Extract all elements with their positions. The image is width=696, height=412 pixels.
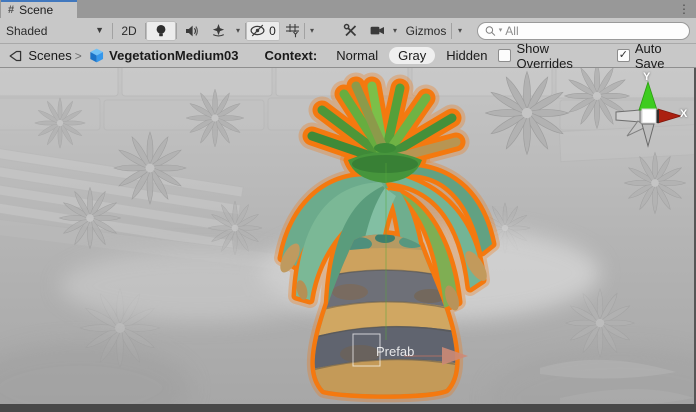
- grid-visibility-button[interactable]: [280, 21, 304, 41]
- context-option-normal[interactable]: Normal: [327, 47, 387, 64]
- toggle-2d-label: 2D: [121, 24, 136, 38]
- hidden-objects-button[interactable]: 0: [246, 21, 280, 41]
- camera-icon: [370, 24, 385, 37]
- scene-audio-button[interactable]: [177, 21, 205, 41]
- toggle-2d-button[interactable]: 2D: [113, 21, 145, 41]
- scene-effects-dropdown[interactable]: ▾: [231, 21, 245, 41]
- breadcrumb-separator: >: [75, 49, 82, 63]
- scene-lighting-button[interactable]: [146, 21, 176, 41]
- tools-icon: [343, 23, 358, 38]
- scene-search-field[interactable]: ▾: [477, 22, 690, 40]
- axis-neg-x-cone[interactable]: [616, 110, 640, 122]
- lightbulb-icon: [154, 24, 168, 38]
- effects-star-icon: [211, 23, 226, 38]
- back-arrow-icon[interactable]: [7, 48, 22, 64]
- gizmos-dropdown[interactable]: ▾: [452, 21, 468, 41]
- context-option-gray[interactable]: Gray: [389, 47, 435, 64]
- draw-mode-label: Shaded: [6, 24, 47, 38]
- breadcrumb-current[interactable]: VegetationMedium03: [109, 48, 238, 63]
- gizmos-button[interactable]: Gizmos: [401, 21, 451, 41]
- chevron-down-icon: ▾: [458, 27, 462, 35]
- component-tools-button[interactable]: [335, 21, 365, 41]
- auto-save-label: Auto Save: [635, 41, 687, 71]
- unity-scene-panel: # Scene ⋮ Shaded ▼ 2D: [0, 0, 696, 412]
- show-overrides-checkbox[interactable]: [498, 49, 511, 62]
- context-option-hidden[interactable]: Hidden: [437, 47, 496, 64]
- scene-effects-button[interactable]: [205, 21, 231, 41]
- axis-y-label: Y: [643, 71, 650, 83]
- context-label: Context:: [264, 48, 317, 63]
- tab-scene-label: Scene: [19, 3, 53, 17]
- scene-camera-dropdown[interactable]: ▾: [389, 21, 401, 41]
- eye-slash-icon: [250, 24, 267, 37]
- context-toggles: Show Overrides ✓ Auto Save: [498, 41, 689, 71]
- auto-save-checkbox[interactable]: ✓: [617, 49, 630, 62]
- scene-grid-icon: #: [8, 5, 14, 16]
- gizmo-center-cube[interactable]: [642, 109, 656, 123]
- tab-bar: # Scene ⋮: [0, 0, 696, 18]
- draw-mode-dropdown[interactable]: Shaded ▼: [0, 21, 112, 41]
- axis-x-label: X: [680, 108, 687, 120]
- window-edge: [0, 404, 696, 412]
- gizmos-label: Gizmos: [406, 24, 447, 38]
- scene-camera-button[interactable]: [365, 21, 389, 41]
- prefab-cube-icon: [89, 47, 104, 64]
- search-input[interactable]: [505, 24, 682, 38]
- search-icon: [485, 25, 496, 37]
- tab-scene[interactable]: # Scene: [1, 0, 77, 18]
- breadcrumb-root[interactable]: Scenes: [28, 48, 71, 63]
- grid-icon: [285, 23, 300, 38]
- chevron-down-icon: ▾: [236, 27, 240, 35]
- check-icon: ✓: [619, 50, 628, 61]
- chevron-down-icon: ▾: [393, 27, 397, 35]
- show-overrides-label: Show Overrides: [516, 41, 596, 71]
- scene-viewport[interactable]: Prefab Y X: [0, 68, 696, 404]
- grid-settings-dropdown[interactable]: ▾: [305, 21, 319, 41]
- chevron-down-icon: ▼: [95, 26, 104, 35]
- search-filter-arrow-icon: ▾: [499, 27, 503, 34]
- prefab-breadcrumb-bar: Scenes > VegetationMedium03 Context: Nor…: [0, 44, 696, 68]
- prefab-badge: Prefab: [376, 344, 414, 359]
- panel-menu-icon[interactable]: ⋮: [678, 1, 690, 17]
- speaker-icon: [184, 24, 199, 38]
- hidden-count: 0: [269, 24, 276, 38]
- scene-render: [0, 68, 694, 404]
- chevron-down-icon: ▾: [310, 27, 314, 35]
